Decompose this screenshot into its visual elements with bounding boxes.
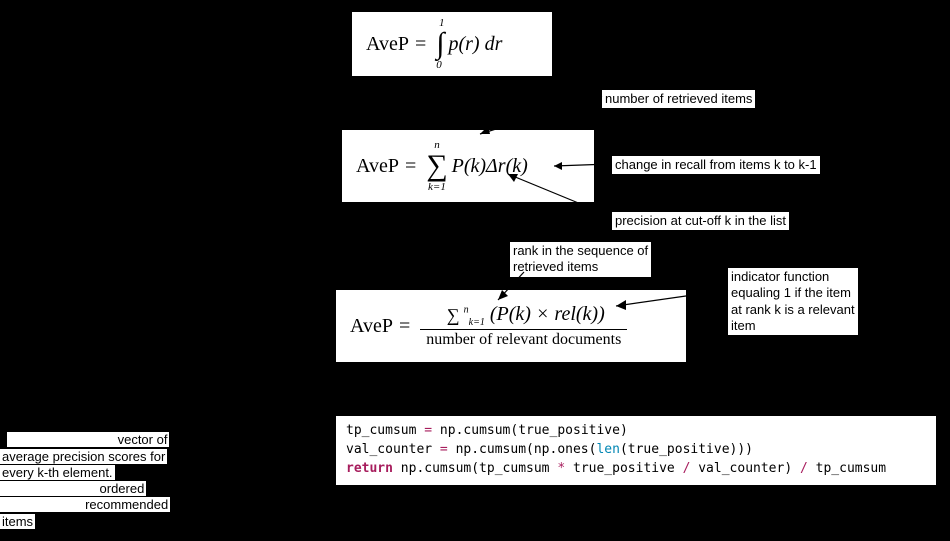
integral-symbol: ∫: [436, 29, 444, 59]
code-line-1: tp_cumsum = np.cumsum(true_positive): [346, 423, 628, 438]
annotation-precision-k: precision at cut-off k in the list: [612, 212, 789, 230]
integral-body: p(r) dr: [448, 33, 502, 56]
formula-sum: AveP = n ∑ k=1 P(k)Δr(k): [342, 130, 594, 202]
fraction-numerator: ∑ nk=1 (P(k) × rel(k)): [437, 302, 611, 329]
sigma-symbol: ∑: [426, 151, 447, 181]
equals-2: =: [405, 155, 416, 178]
sum-body: P(k)Δr(k): [452, 155, 528, 178]
num-rest: (P(k) × rel(k)): [490, 303, 605, 325]
hid-2: average precision scores for: [0, 449, 167, 464]
left-hidden-text: vector of average precision scores for e…: [0, 416, 280, 530]
code-line-3: return np.cumsum(tp_cumsum * true_positi…: [346, 461, 886, 476]
code-block: tp_cumsum = np.cumsum(true_positive) val…: [336, 416, 936, 485]
hid-5: recommended: [0, 497, 170, 512]
fraction-denominator: number of relevant documents: [420, 330, 627, 350]
hid-6: items: [0, 514, 35, 529]
avep-label: AveP: [366, 33, 409, 56]
code-line-2: val_counter = np.cumsum(np.ones(len(true…: [346, 442, 753, 457]
fraction: ∑ nk=1 (P(k) × rel(k)) number of relevan…: [420, 302, 627, 350]
annotation-n-retrieved: number of retrieved items: [602, 90, 755, 108]
formula-fraction: AveP = ∑ nk=1 (P(k) × rel(k)) number of …: [336, 290, 686, 362]
equals: =: [415, 33, 426, 56]
sigma-symbol-3: ∑: [447, 306, 460, 324]
hid-3: every k-th element.: [0, 465, 115, 480]
sum-bot-3: k=1: [469, 317, 485, 328]
annotation-indicator: indicator function equaling 1 if the ite…: [728, 268, 858, 335]
sum-bot: k=1: [428, 181, 446, 193]
hid-1: vector of: [7, 432, 169, 447]
int-bot: 0: [436, 59, 442, 71]
avep-label-2: AveP: [356, 155, 399, 178]
sum-op-3: ∑: [447, 306, 460, 324]
hid-4: ordered: [0, 481, 146, 496]
formula-integral: AveP = 1 ∫ 0 p(r) dr: [352, 12, 552, 76]
annotation-delta-recall: change in recall from items k to k-1: [612, 156, 820, 174]
equals-3: =: [399, 315, 410, 338]
annotation-rank: rank in the sequence of retrieved items: [510, 242, 651, 277]
avep-label-3: AveP: [350, 315, 393, 338]
sum-op: n ∑ k=1: [426, 139, 447, 193]
sum-top-3: n: [464, 304, 469, 315]
integral-op: 1 ∫ 0: [436, 17, 444, 71]
